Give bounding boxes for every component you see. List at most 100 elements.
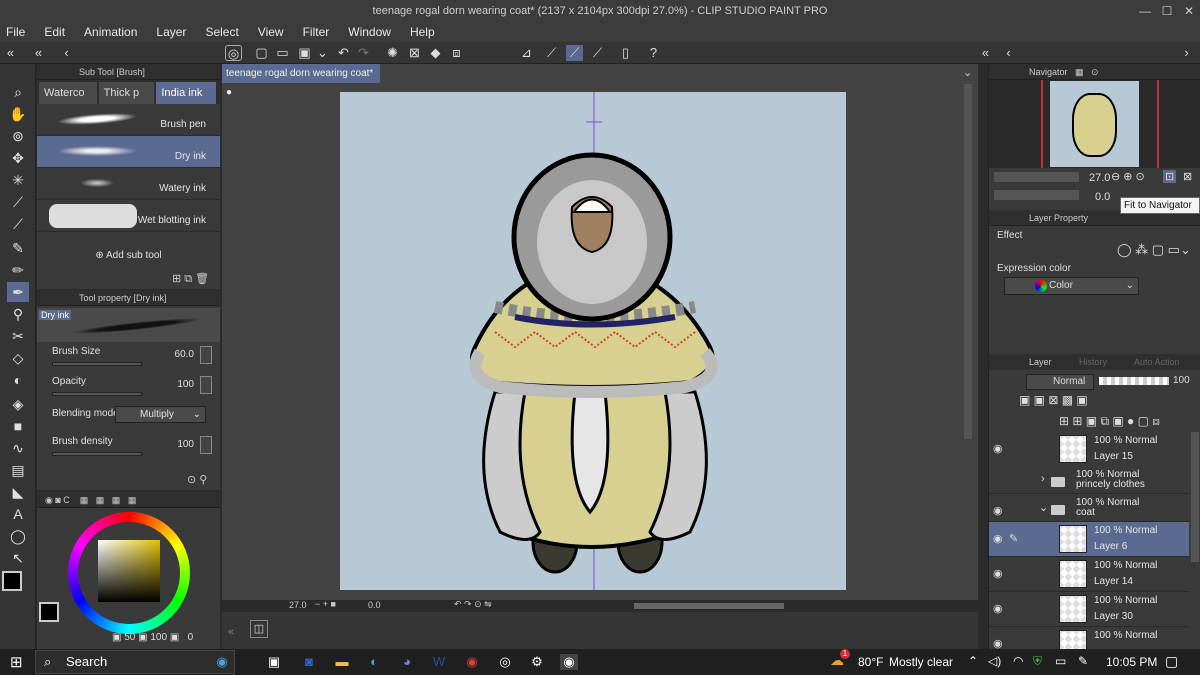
frame-icon[interactable]: ▤ [8, 460, 28, 480]
eye-icon[interactable]: ◉ [993, 504, 1003, 517]
clock[interactable]: 10:05 PM [1106, 655, 1157, 669]
brush-density-slider[interactable] [52, 452, 142, 456]
menu-animation[interactable]: Animation [84, 25, 137, 39]
task-view-icon[interactable]: ▣ [265, 654, 283, 670]
snap-grid-icon[interactable]: ⟋ [589, 45, 606, 61]
brush-item-brush-pen[interactable]: Brush pen [37, 104, 220, 136]
ruler-tool-icon[interactable]: ◣ [8, 482, 28, 502]
clip-studio-paint-icon[interactable]: ◉ [560, 654, 578, 670]
chevron-right-icon[interactable]: › [1041, 473, 1045, 485]
figure-icon[interactable]: ∿ [8, 438, 28, 458]
close-button[interactable]: ✕ [1178, 0, 1200, 22]
eye-icon[interactable]: ◉ [993, 567, 1003, 580]
edge-icon[interactable]: ◐ [365, 654, 383, 670]
decoration-icon[interactable]: ✂ [8, 326, 28, 346]
settings-icon[interactable]: ⚙ [528, 654, 546, 670]
fit-to-navigator-icon[interactable]: ⊡ [1163, 170, 1177, 183]
security-icon[interactable]: ⛨ [1033, 654, 1042, 669]
zoom-controls[interactable]: − + ■ [315, 599, 336, 609]
clip-studio-taskbar-icon[interactable]: ◎ [496, 654, 514, 670]
menu-filter[interactable]: Filter [303, 25, 330, 39]
redo-icon[interactable]: ↷ [355, 45, 372, 61]
collapse-right-icon[interactable]: « [977, 45, 994, 61]
battery-icon[interactable]: ▭ [1055, 654, 1066, 668]
fill-bucket-icon[interactable]: ◈ [8, 394, 28, 414]
layer-row-coat[interactable]: ◉ ⌄ 100 % Normal coat [989, 494, 1189, 522]
tray-chevron-icon[interactable]: ⌃ [968, 654, 978, 668]
snap-special-ruler-icon[interactable]: ⟋ [566, 45, 583, 61]
hand-icon[interactable]: ✋ [8, 104, 28, 124]
blend-icon[interactable]: ◐ [8, 370, 28, 390]
brush-size-row[interactable]: Brush Size 60.0 [52, 346, 212, 368]
pen-tray-icon[interactable]: ✎ [1078, 654, 1088, 668]
minimize-button[interactable]: — [1134, 0, 1156, 22]
navigator-angle-slider[interactable] [994, 190, 1079, 200]
opacity-slider[interactable] [52, 392, 142, 396]
fit-window-icon[interactable]: ⊠ [1183, 170, 1192, 183]
color-square[interactable] [98, 540, 160, 602]
eyedropper-icon[interactable]: ⟋ [8, 192, 28, 212]
layer-scrollbar[interactable] [1191, 432, 1199, 562]
effect-icons[interactable]: ◯ ⁂ ▢ ▭⌄ [1117, 242, 1191, 258]
brush-item-watery-ink[interactable]: Watery ink [37, 168, 220, 200]
prev-right-icon[interactable]: ‹ [1000, 45, 1017, 61]
eraser-icon[interactable]: ◇ [8, 348, 28, 368]
rotate-controls[interactable]: ↶ ↷ ⊙ ⇋ [454, 599, 492, 610]
ruler-icon[interactable]: ⊿ [518, 45, 535, 61]
transform-icon[interactable]: ⧈ [448, 45, 465, 61]
word-icon[interactable]: W [430, 654, 448, 670]
pencil-icon[interactable]: ✏ [8, 260, 28, 280]
expression-color-select[interactable]: Color ⌄ [1004, 277, 1139, 295]
brush-item-dry-ink[interactable]: Dry ink [37, 136, 220, 168]
tool-property-settings-icon[interactable]: ⊙ ⚲ [187, 473, 207, 486]
balloon-icon[interactable]: ◯ [8, 526, 28, 546]
tab-menu-chevron-icon[interactable]: ⌄ [963, 66, 972, 79]
opacity-toggle[interactable] [200, 376, 212, 394]
panel-toggle-icon[interactable]: ◫ [250, 620, 268, 638]
correct-line-icon[interactable]: ↖ [8, 548, 28, 568]
drawing-canvas[interactable] [340, 92, 846, 590]
horizontal-scrollbar[interactable] [634, 603, 784, 609]
menu-help[interactable]: Help [410, 25, 435, 39]
volume-icon[interactable]: ◁) [988, 654, 1001, 668]
tab-auto-action[interactable]: Auto Action [1134, 354, 1180, 370]
collapse-left-icon[interactable]: « [2, 45, 19, 61]
layer-row-layer-14[interactable]: ◉ 100 % Normal Layer 14 [989, 557, 1189, 592]
eye-icon[interactable]: ◉ [993, 637, 1003, 649]
subtool-action-icons[interactable]: ⊞ ⧉ 🗑 [172, 272, 209, 286]
opacity-row[interactable]: Opacity 100 [52, 376, 212, 398]
layer-row-layer-6[interactable]: ◉ ✎ 100 % Normal Layer 6 [989, 522, 1189, 557]
zoom-icon[interactable]: ⌕ [8, 82, 28, 102]
tab-india-ink[interactable]: India ink [156, 82, 217, 104]
eye-icon[interactable]: ◉ [993, 442, 1003, 455]
brush-item-wet-blotting-ink[interactable]: Wet blotting ink [37, 200, 220, 232]
navigator-preview-area[interactable] [989, 80, 1200, 168]
lasso-select-icon[interactable]: ⊚ [8, 126, 28, 146]
eye-icon[interactable]: ◉ [993, 532, 1003, 545]
navigator-zoom-slider[interactable] [994, 172, 1079, 182]
layer-row-layer-30[interactable]: ◉ 100 % Normal Layer 30 [989, 592, 1189, 627]
save-icon[interactable]: ▣ [296, 45, 313, 61]
layer-blend-select[interactable]: Normal [1026, 374, 1094, 390]
menu-edit[interactable]: Edit [44, 25, 65, 39]
menu-view[interactable]: View [258, 25, 284, 39]
collapse-icon[interactable]: « [30, 45, 47, 61]
menu-layer[interactable]: Layer [156, 25, 186, 39]
color-wheel[interactable] [68, 512, 190, 634]
device-icon[interactable]: ▯ [617, 45, 634, 61]
tab-watercolor[interactable]: Waterco [39, 82, 97, 104]
search-highlight-icon[interactable]: ◉ [213, 654, 231, 670]
brush-icon[interactable]: ✒ [7, 282, 29, 302]
main-color-indicator[interactable] [39, 602, 59, 622]
notifications-icon[interactable]: ▢ [1165, 653, 1178, 670]
gradient-icon[interactable]: ■ [8, 416, 28, 436]
file-explorer-icon[interactable]: ▬ [333, 654, 351, 670]
clear-icon[interactable]: ✺ [384, 45, 401, 61]
airbrush-icon[interactable]: ⚲ [8, 304, 28, 324]
vertical-scrollbar[interactable] [964, 84, 972, 439]
chevron-down-icon[interactable]: ⌄ [1039, 501, 1048, 514]
main-color-swatch[interactable] [2, 571, 22, 591]
outlook-icon[interactable]: ◙ [300, 654, 318, 670]
cut-icon[interactable]: ⊠ [406, 45, 423, 61]
clip-studio-icon[interactable]: ◎ [225, 45, 242, 61]
